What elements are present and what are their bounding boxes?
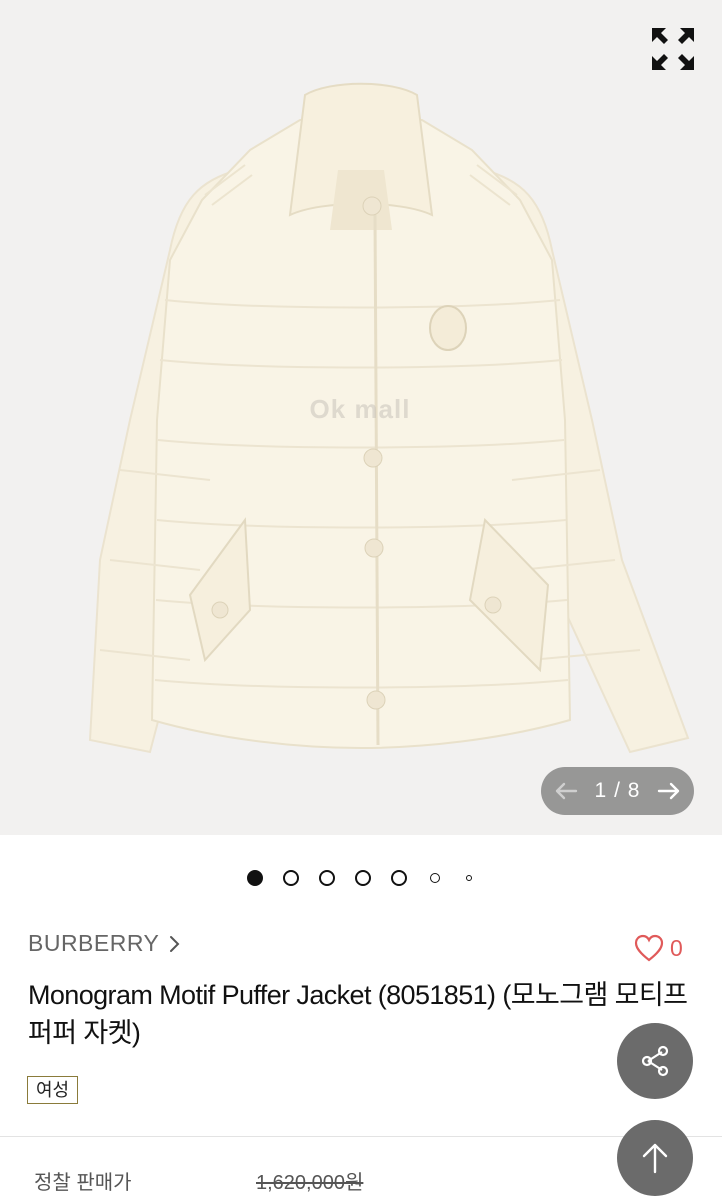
pagination-dot[interactable] (355, 870, 371, 886)
share-button[interactable] (617, 1023, 693, 1099)
arrow-right-icon (657, 782, 680, 800)
pagination-dot[interactable] (466, 875, 472, 881)
brand-name: BURBERRY (28, 930, 160, 956)
next-image-button[interactable] (656, 778, 682, 804)
image-counter-text: 1 / 8 (595, 779, 641, 803)
watermark: Ok mall (309, 394, 411, 424)
total-pages: 8 (627, 779, 641, 802)
current-page: 1 (594, 779, 608, 802)
pagination-dot[interactable] (283, 870, 299, 886)
pagination-dot[interactable] (391, 870, 407, 886)
list-price: 1,620,000원 (256, 1172, 364, 1194)
image-counter: 1 / 8 (541, 767, 694, 815)
pagination-dot[interactable] (430, 873, 440, 883)
brand-link[interactable]: BURBERRY (28, 930, 181, 957)
chevron-right-icon (170, 935, 180, 952)
section-divider (0, 1136, 722, 1137)
like-button[interactable]: 0 (634, 934, 683, 962)
expand-icon (652, 28, 694, 70)
list-price-label: 정찰 판매가 (34, 1172, 132, 1194)
page-separator: / (614, 779, 621, 802)
gallery-pagination (0, 866, 722, 890)
pagination-dot[interactable] (319, 870, 335, 886)
share-icon (641, 1045, 669, 1077)
arrow-up-icon (642, 1143, 668, 1174)
product-image-gallery[interactable]: Ok mall 1 / 8 (0, 0, 722, 835)
prev-image-button[interactable] (553, 778, 579, 804)
expand-button[interactable] (648, 24, 698, 74)
product-title: Monogram Motif Puffer Jacket (8051851) (… (28, 980, 688, 1048)
heart-icon (634, 934, 664, 962)
pagination-dot[interactable] (247, 870, 263, 886)
scroll-to-top-button[interactable] (617, 1120, 693, 1196)
like-count: 0 (670, 934, 683, 961)
gender-tag: 여성 (27, 1076, 79, 1104)
arrow-left-icon (555, 782, 578, 800)
